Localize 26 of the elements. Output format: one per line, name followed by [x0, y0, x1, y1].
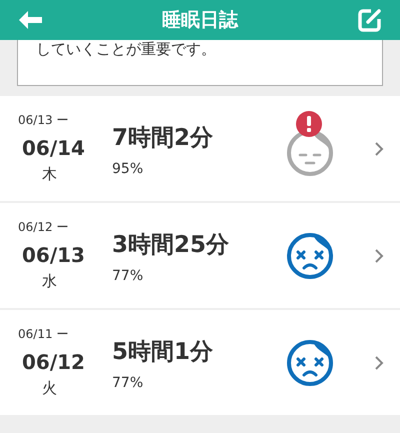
weekday: 木: [42, 164, 57, 186]
chevron-icon: [374, 354, 384, 370]
start-date: 06/13 ー: [18, 112, 68, 130]
sleep-duration: 5時間1分: [112, 338, 214, 367]
end-date: 06/14: [22, 135, 85, 162]
sleep-duration: 3時間25分: [112, 230, 230, 260]
sleep-entry-row[interactable]: 06/12 ー 06/13 水 3時間25分 77%: [0, 203, 400, 308]
sleep-entry-row[interactable]: 06/11 ー 06/12 火 5時間1分 77%: [0, 310, 400, 415]
weekday: 水: [42, 271, 57, 292]
chevron-icon: [374, 248, 384, 264]
end-date: 06/13: [22, 242, 85, 270]
chevron-icon: [374, 140, 384, 156]
sleep-duration: 7時間2分: [112, 124, 214, 153]
screen-title: 睡眠日誌: [162, 8, 238, 33]
weekday: 火: [42, 378, 57, 400]
sleep-efficiency: 95%: [112, 160, 144, 180]
notice-text: していくことが重要です。: [36, 39, 217, 59]
end-date: 06/12: [22, 349, 85, 376]
sleep-entry-row[interactable]: 06/13 ー 06/14 木 7時間2分 95%: [0, 96, 400, 201]
sleep-efficiency: 77%: [112, 374, 144, 394]
edit-button[interactable]: [356, 6, 384, 34]
sleep-efficiency: 77%: [112, 267, 144, 286]
back-arrow-icon: [17, 10, 43, 30]
start-date: 06/12 ー: [18, 219, 68, 236]
edit-icon: [357, 7, 383, 33]
start-date: 06/11 ー: [18, 326, 68, 344]
